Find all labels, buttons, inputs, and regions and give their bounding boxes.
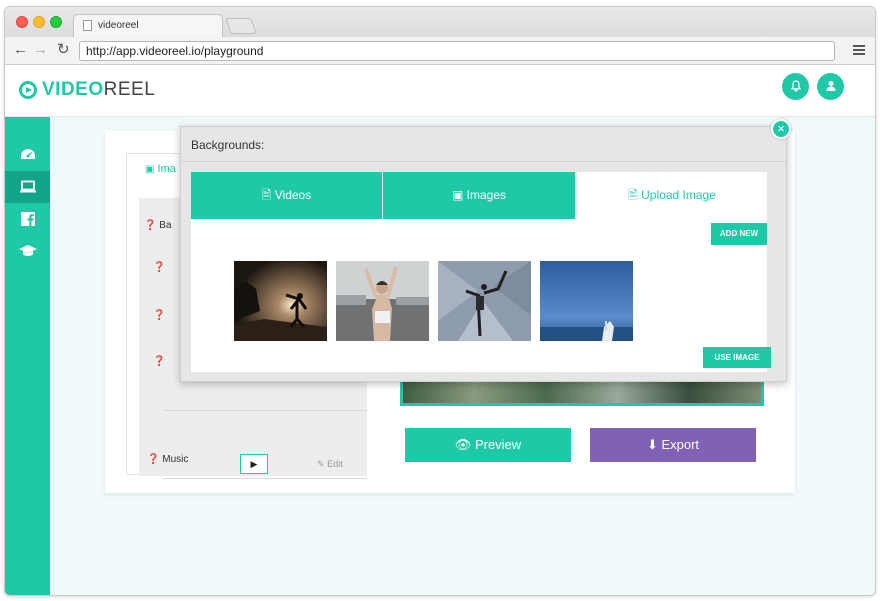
play-music-button[interactable]: ▶ (240, 454, 268, 474)
export-button[interactable]: ⬇ Export (590, 428, 756, 462)
back-arrow-icon[interactable]: ← (13, 41, 28, 59)
tab-title: videoreel (98, 20, 139, 31)
tab-images[interactable]: ▣ Images (383, 172, 575, 219)
maximize-window-button[interactable] (50, 16, 62, 28)
new-tab-button[interactable] (225, 18, 257, 34)
sidebar-item-learn[interactable] (5, 235, 50, 267)
upload-image-panel: ADD NEW USE IMAGE (191, 219, 771, 372)
eye-icon: 👁 (454, 437, 472, 452)
music-row: ❓ Music (147, 454, 188, 465)
sidebar-item-dashboard[interactable] (5, 139, 50, 171)
dashboard-icon (20, 149, 35, 159)
close-icon: × (777, 121, 785, 136)
logo-play-icon (19, 81, 37, 99)
page-icon (83, 20, 92, 31)
tab-strip: videoreel (5, 7, 875, 38)
divider (163, 478, 367, 479)
bell-icon (790, 80, 801, 92)
image-thumbnail[interactable] (336, 261, 429, 341)
laptop-icon (19, 180, 36, 193)
tab-images-label: Images (466, 188, 507, 202)
download-icon: ⬇ (646, 437, 658, 452)
browser-toolbar: ← → ↻ http://app.videoreel.io/playground (5, 37, 875, 65)
image-icon: ▣ (451, 188, 464, 202)
tab-upload-image-label: Upload Image (641, 188, 716, 202)
video-file-icon: 🖹 (261, 188, 272, 202)
image-thumbnail[interactable] (438, 261, 531, 341)
help-icon: ❓ (153, 262, 166, 273)
background-row-label: Ba (159, 220, 172, 231)
graduation-cap-icon (18, 245, 37, 256)
edit-music-link[interactable]: ✎ Edit (317, 459, 343, 470)
image-thumbnail[interactable] (540, 261, 633, 341)
tab-images[interactable]: ▣ Ima (127, 154, 187, 186)
menu-icon[interactable] (853, 45, 865, 55)
help-icon: ❓ (144, 220, 157, 231)
tab-videos[interactable]: 🖹 Videos (191, 172, 382, 219)
browser-window: videoreel ← → ↻ http://app.videoreel.io/… (4, 6, 876, 596)
notifications-button[interactable] (782, 73, 809, 100)
tab-videos-label: Videos (274, 188, 312, 202)
divider (181, 161, 786, 162)
help-icon: ❓ (147, 454, 160, 465)
music-label: Music (162, 454, 189, 465)
forward-arrow-icon[interactable]: → (33, 41, 48, 59)
facebook-icon (20, 212, 35, 226)
image-icon: ▣ (145, 164, 155, 175)
preview-button[interactable]: 👁 Preview (405, 428, 571, 462)
use-image-button[interactable]: USE IMAGE (703, 347, 771, 368)
logo-text-reel: REEL (103, 79, 156, 100)
user-icon (826, 80, 835, 91)
tab-upload-image[interactable]: 🖹 Upload Image (577, 172, 767, 219)
add-new-button[interactable]: ADD NEW (711, 223, 767, 245)
minimize-window-button[interactable] (33, 16, 45, 28)
edit-label: Edit (327, 459, 343, 469)
address-bar[interactable]: http://app.videoreel.io/playground (79, 41, 835, 61)
backgrounds-modal: Backgrounds: 🖹 Videos ▣ Images 🖹 Upload … (180, 126, 787, 382)
preview-label: Preview (474, 437, 522, 452)
reload-icon[interactable]: ↻ (57, 41, 70, 59)
close-window-button[interactable] (16, 16, 28, 28)
help-icon: ❓ (153, 356, 166, 367)
browser-tab[interactable]: videoreel (73, 14, 223, 38)
sidebar-item-facebook[interactable] (5, 203, 50, 235)
videoreel-logo[interactable]: VIDEOREEL (19, 79, 155, 101)
background-row: ❓ Ba (144, 220, 171, 231)
profile-button[interactable] (817, 73, 844, 100)
export-label: Export (661, 437, 700, 452)
divider (163, 410, 367, 411)
image-thumbnail[interactable] (234, 261, 327, 341)
upload-image-icon: 🖹 (628, 188, 638, 202)
sidebar-item-playground[interactable] (5, 171, 50, 203)
edit-icon: ✎ (317, 459, 325, 469)
modal-title: Backgrounds: (191, 138, 265, 152)
sidebar (5, 117, 50, 595)
app-header: VIDEOREEL (5, 65, 875, 117)
tab-images-label: Ima (157, 163, 176, 175)
logo-text-video: VIDEO (42, 79, 104, 100)
help-icon: ❓ (153, 310, 166, 321)
close-modal-button[interactable]: × (771, 119, 791, 139)
